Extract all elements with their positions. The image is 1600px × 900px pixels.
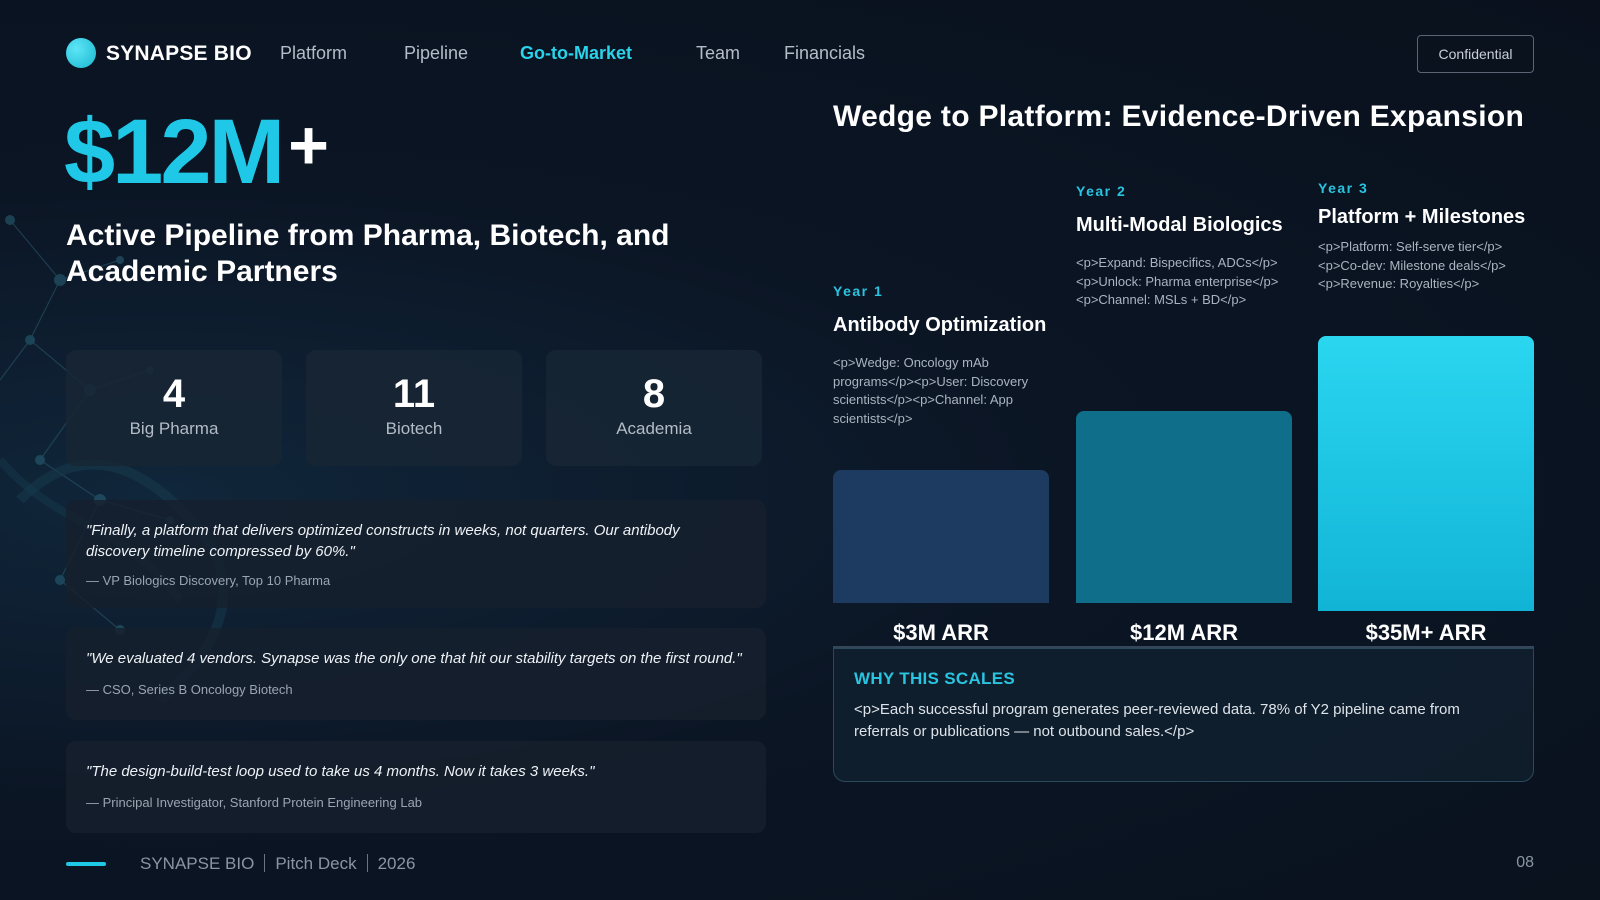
phase-year-label: Year 3 [1318, 180, 1369, 196]
bar-year-2 [1076, 411, 1292, 603]
bar-year-1 [833, 470, 1049, 603]
nav-item-pipeline[interactable]: Pipeline [404, 43, 468, 64]
nav-item-platform[interactable]: Platform [280, 43, 347, 64]
stat-value: 8 [642, 372, 666, 416]
nav-item-go-to-market[interactable]: Go-to-Market [520, 43, 632, 64]
nav-item-financials[interactable]: Financials [784, 43, 865, 64]
testimonial-quote: "We evaluated 4 vendors. Synapse was the… [86, 650, 742, 667]
stat-value: 4 [162, 372, 186, 416]
footer-brand: SYNAPSE BIO [140, 854, 255, 873]
testimonial-card: "We evaluated 4 vendors. Synapse was the… [66, 628, 766, 720]
footer-divider [366, 854, 368, 872]
testimonial-quote: "The design-build-test loop used to take… [86, 763, 595, 780]
page-number: 08 [1516, 854, 1534, 871]
testimonial-card: "The design-build-test loop used to take… [66, 741, 766, 833]
brand-name: SYNAPSE BIO [106, 42, 252, 65]
chart-title: Wedge to Platform: Evidence-Driven Expan… [833, 100, 1525, 133]
why-text: <p>Each successful program generates pee… [854, 701, 1460, 740]
footer-divider [264, 854, 266, 872]
brand-logo-icon [66, 38, 96, 68]
phase-title: Multi-Modal Biologics [1076, 214, 1283, 236]
bar-value-label: $12M ARR [1130, 620, 1238, 645]
phase-title: Platform + Milestones [1318, 206, 1526, 228]
slide: SYNAPSE BIO Platform Pipeline Go-to-Mark… [0, 0, 1600, 900]
testimonial-author: — VP Biologics Discovery, Top 10 Pharma [86, 573, 331, 588]
stat-label: Big Pharma [129, 419, 219, 438]
top-navigation: SYNAPSE BIO Platform Pipeline Go-to-Mark… [66, 35, 1534, 73]
bar-value-label: $35M+ ARR [1365, 620, 1487, 645]
pipeline-headline: Active Pipeline from Pharma, Biotech, an… [66, 219, 670, 288]
phase-year-label: Year 1 [833, 283, 884, 299]
stat-card-big-pharma: 4 Big Pharma [66, 350, 282, 466]
footer-accent-bar [66, 862, 106, 866]
bar-value-label: $3M ARR [893, 620, 989, 645]
phase-description: <p>Platform: Self-serve tier</p><p>Co-de… [1318, 239, 1506, 291]
footer-text: SYNAPSE BIO Pitch Deck 2026 [140, 854, 415, 874]
why-this-scales-panel: WHY THIS SCALES <p>Each successful progr… [833, 648, 1534, 782]
bar-year-3 [1318, 336, 1534, 611]
testimonial-author: — CSO, Series B Oncology Biotech [86, 682, 293, 697]
pipeline-value-amount: $12M [64, 101, 285, 203]
testimonial-card: "Finally, a platform that delivers optim… [66, 500, 766, 608]
stat-card-academia: 8 Academia [546, 350, 762, 466]
phase-year-label: Year 2 [1076, 183, 1127, 199]
phase-description: <p>Wedge: Oncology mAb programs</p><p>Us… [833, 355, 1029, 426]
pipeline-value: $12M+ [64, 100, 329, 205]
phase-description: <p>Expand: Bispecifics, ADCs</p><p>Unloc… [1076, 255, 1279, 307]
stat-card-biotech: 11 Biotech [306, 350, 522, 466]
testimonial-author: — Principal Investigator, Stanford Prote… [86, 795, 423, 810]
stat-label: Biotech [385, 419, 443, 438]
nav-item-team[interactable]: Team [696, 43, 740, 64]
footer-deck: Pitch Deck [275, 854, 357, 873]
stat-value: 11 [392, 372, 436, 416]
phase-title: Antibody Optimization [833, 314, 1047, 336]
stat-label: Academia [616, 419, 692, 438]
pipeline-value-suffix: + [288, 106, 330, 184]
footer-year: 2026 [377, 854, 416, 873]
confidential-badge: Confidential [1417, 35, 1534, 73]
testimonial-quote: "Finally, a platform that delivers optim… [86, 522, 680, 560]
why-title: WHY THIS SCALES [854, 669, 1015, 688]
